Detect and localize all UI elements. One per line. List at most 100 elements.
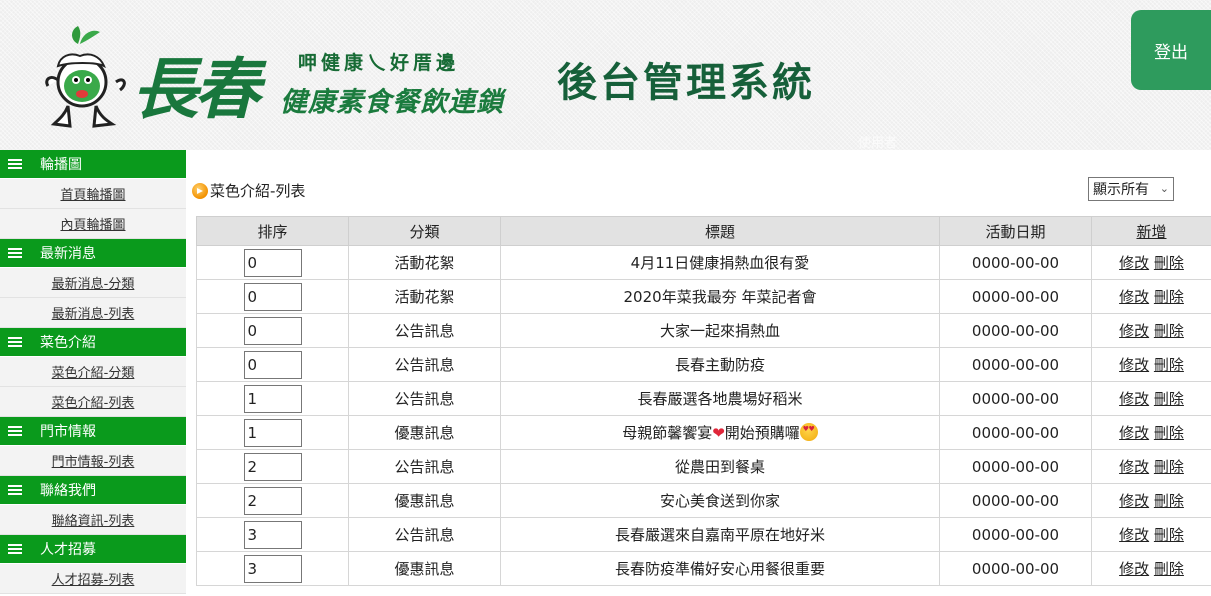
sidebar: 輪播圖 首頁輪播圖 內頁輪播圖 最新消息 最新消息-分類 最新消息-列表 菜色介… <box>0 150 186 596</box>
date-cell: 0000-00-00 <box>939 449 1092 484</box>
category-cell: 活動花絮 <box>348 279 501 314</box>
edit-link[interactable]: 修改 <box>1119 492 1149 510</box>
hamburger-icon <box>8 544 22 554</box>
sidebar-group-label: 最新消息 <box>40 246 96 262</box>
table-header-row: 排序 分類 標題 活動日期 新增 <box>196 216 1211 246</box>
sort-order-input[interactable] <box>243 554 302 583</box>
edit-link[interactable]: 修改 <box>1119 288 1149 306</box>
delete-link[interactable]: 刪除 <box>1154 322 1184 340</box>
hamburger-icon <box>8 248 22 258</box>
table-row: 優惠訊息母親節馨饗宴❤開始預購囉0000-00-00 修改 刪除 <box>196 415 1211 450</box>
title-cell: 長春防疫準備好安心用餐很重要 <box>500 551 940 586</box>
date-cell: 0000-00-00 <box>939 381 1092 416</box>
actions-cell: 修改 刪除 <box>1091 517 1211 552</box>
actions-cell: 修改 刪除 <box>1091 279 1211 314</box>
edit-link[interactable]: 修改 <box>1119 560 1149 578</box>
title-cell: 從農田到餐桌 <box>500 449 940 484</box>
heart-eyes-emoji-icon <box>799 423 818 441</box>
sidebar-group-stores[interactable]: 門市情報 <box>0 417 186 446</box>
category-cell: 優惠訊息 <box>348 551 501 586</box>
sidebar-item-news-list[interactable]: 最新消息-列表 <box>0 298 186 328</box>
title-cell: 長春嚴選各地農場好稻米 <box>500 381 940 416</box>
sort-cell <box>196 381 349 416</box>
sidebar-item-stores-list[interactable]: 門市情報-列表 <box>0 446 186 476</box>
table-row: 活動花絮4月11日健康捐熱血很有愛0000-00-00修改 刪除 <box>196 245 1211 280</box>
edit-link[interactable]: 修改 <box>1119 390 1149 408</box>
sidebar-item-home-carousel[interactable]: 首頁輪播圖 <box>0 179 186 209</box>
orange-arrow-icon <box>192 182 208 199</box>
delete-link[interactable]: 刪除 <box>1154 356 1184 374</box>
delete-link[interactable]: 刪除 <box>1154 492 1184 510</box>
column-header-sort: 排序 <box>196 216 349 246</box>
table-row: 優惠訊息長春防疫準備好安心用餐很重要0000-00-00 修改 刪除 <box>196 551 1211 586</box>
edit-link[interactable]: 修改 <box>1119 322 1149 340</box>
sort-order-input[interactable] <box>243 452 302 481</box>
sort-cell <box>196 245 349 280</box>
title-cell: 安心美食送到你家 <box>500 483 940 518</box>
delete-link[interactable]: 刪除 <box>1154 560 1184 578</box>
actions-cell: 修改 刪除 <box>1091 483 1211 518</box>
title-text-suffix: 開始預購囉 <box>724 424 800 442</box>
sidebar-group-news[interactable]: 最新消息 <box>0 239 186 268</box>
logo-brand-name: 長春 <box>132 50 260 128</box>
sort-cell <box>196 347 349 382</box>
sidebar-group-dishes[interactable]: 菜色介紹 <box>0 328 186 357</box>
delete-link[interactable]: 刪除 <box>1154 390 1184 408</box>
category-cell: 優惠訊息 <box>348 415 501 450</box>
logo-slogan: 呷健康乀好厝邊 <box>298 52 460 74</box>
delete-link[interactable]: 刪除 <box>1154 458 1184 476</box>
filter-selected-value: 顯示所有 <box>1093 182 1149 198</box>
delete-link[interactable]: 刪除 <box>1154 526 1184 544</box>
date-cell: 0000-00-00 <box>939 415 1092 450</box>
category-cell: 公告訊息 <box>348 347 501 382</box>
sidebar-group-recruit[interactable]: 人才招募 <box>0 535 186 564</box>
delete-link[interactable]: 刪除 <box>1154 288 1184 306</box>
edit-link[interactable]: 修改 <box>1119 254 1149 272</box>
user-label: 使用者 <box>858 136 898 151</box>
title-cell: 長春主動防疫 <box>500 347 940 382</box>
sort-cell <box>196 449 349 484</box>
sort-order-input[interactable] <box>243 248 302 277</box>
edit-link[interactable]: 修改 <box>1119 424 1149 442</box>
date-cell: 0000-00-00 <box>939 551 1092 586</box>
chevron-down-icon: ⌄ <box>1159 182 1169 195</box>
sidebar-item-inner-carousel[interactable]: 內頁輪播圖 <box>0 209 186 239</box>
sort-order-input[interactable] <box>243 486 302 515</box>
sidebar-group-carousel[interactable]: 輪播圖 <box>0 150 186 179</box>
sort-cell <box>196 279 349 314</box>
delete-link[interactable]: 刪除 <box>1154 254 1184 272</box>
logout-button[interactable]: 登出 <box>1131 10 1211 90</box>
category-filter-select[interactable]: 顯示所有 ⌄ <box>1088 177 1174 201</box>
system-title: 後台管理系統 <box>557 60 815 106</box>
sort-order-input[interactable] <box>243 520 302 549</box>
mascot-logo-icon <box>45 26 126 128</box>
sidebar-item-recruit-list[interactable]: 人才招募-列表 <box>0 564 186 594</box>
title-cell: 2020年菜我最夯 年菜記者會 <box>500 279 940 314</box>
logo-subtitle: 健康素食餐飲連鎖 <box>280 87 504 118</box>
table-row: 公告訊息大家一起來捐熱血0000-00-00修改 刪除 <box>196 313 1211 348</box>
column-header-date: 活動日期 <box>939 216 1092 246</box>
page-heading: 菜色介紹-列表 <box>192 180 305 201</box>
edit-link[interactable]: 修改 <box>1119 526 1149 544</box>
sidebar-item-contact-list[interactable]: 聯絡資訊-列表 <box>0 505 186 535</box>
hamburger-icon <box>8 485 22 495</box>
sidebar-item-dishes-category[interactable]: 菜色介紹-分類 <box>0 357 186 387</box>
edit-link[interactable]: 修改 <box>1119 458 1149 476</box>
edit-link[interactable]: 修改 <box>1119 356 1149 374</box>
sidebar-item-dishes-list[interactable]: 菜色介紹-列表 <box>0 387 186 417</box>
sort-order-input[interactable] <box>243 316 302 345</box>
table-body: 活動花絮4月11日健康捐熱血很有愛0000-00-00修改 刪除活動花絮2020… <box>196 245 1211 586</box>
add-new-link[interactable]: 新增 <box>1136 223 1166 241</box>
sidebar-item-news-category[interactable]: 最新消息-分類 <box>0 268 186 298</box>
sort-order-input[interactable] <box>243 384 302 413</box>
sidebar-group-contact[interactable]: 聯絡我們 <box>0 476 186 505</box>
sort-order-input[interactable] <box>243 350 302 379</box>
title-cell: 母親節馨饗宴❤開始預購囉 <box>500 415 940 450</box>
column-header-add: 新增 <box>1091 216 1211 246</box>
sort-order-input[interactable] <box>243 418 302 447</box>
table-row: 公告訊息從農田到餐桌0000-00-00修改 刪除 <box>196 449 1211 484</box>
delete-link[interactable]: 刪除 <box>1154 424 1184 442</box>
category-cell: 優惠訊息 <box>348 483 501 518</box>
sort-order-input[interactable] <box>243 282 302 311</box>
title-cell: 大家一起來捐熱血 <box>500 313 940 348</box>
